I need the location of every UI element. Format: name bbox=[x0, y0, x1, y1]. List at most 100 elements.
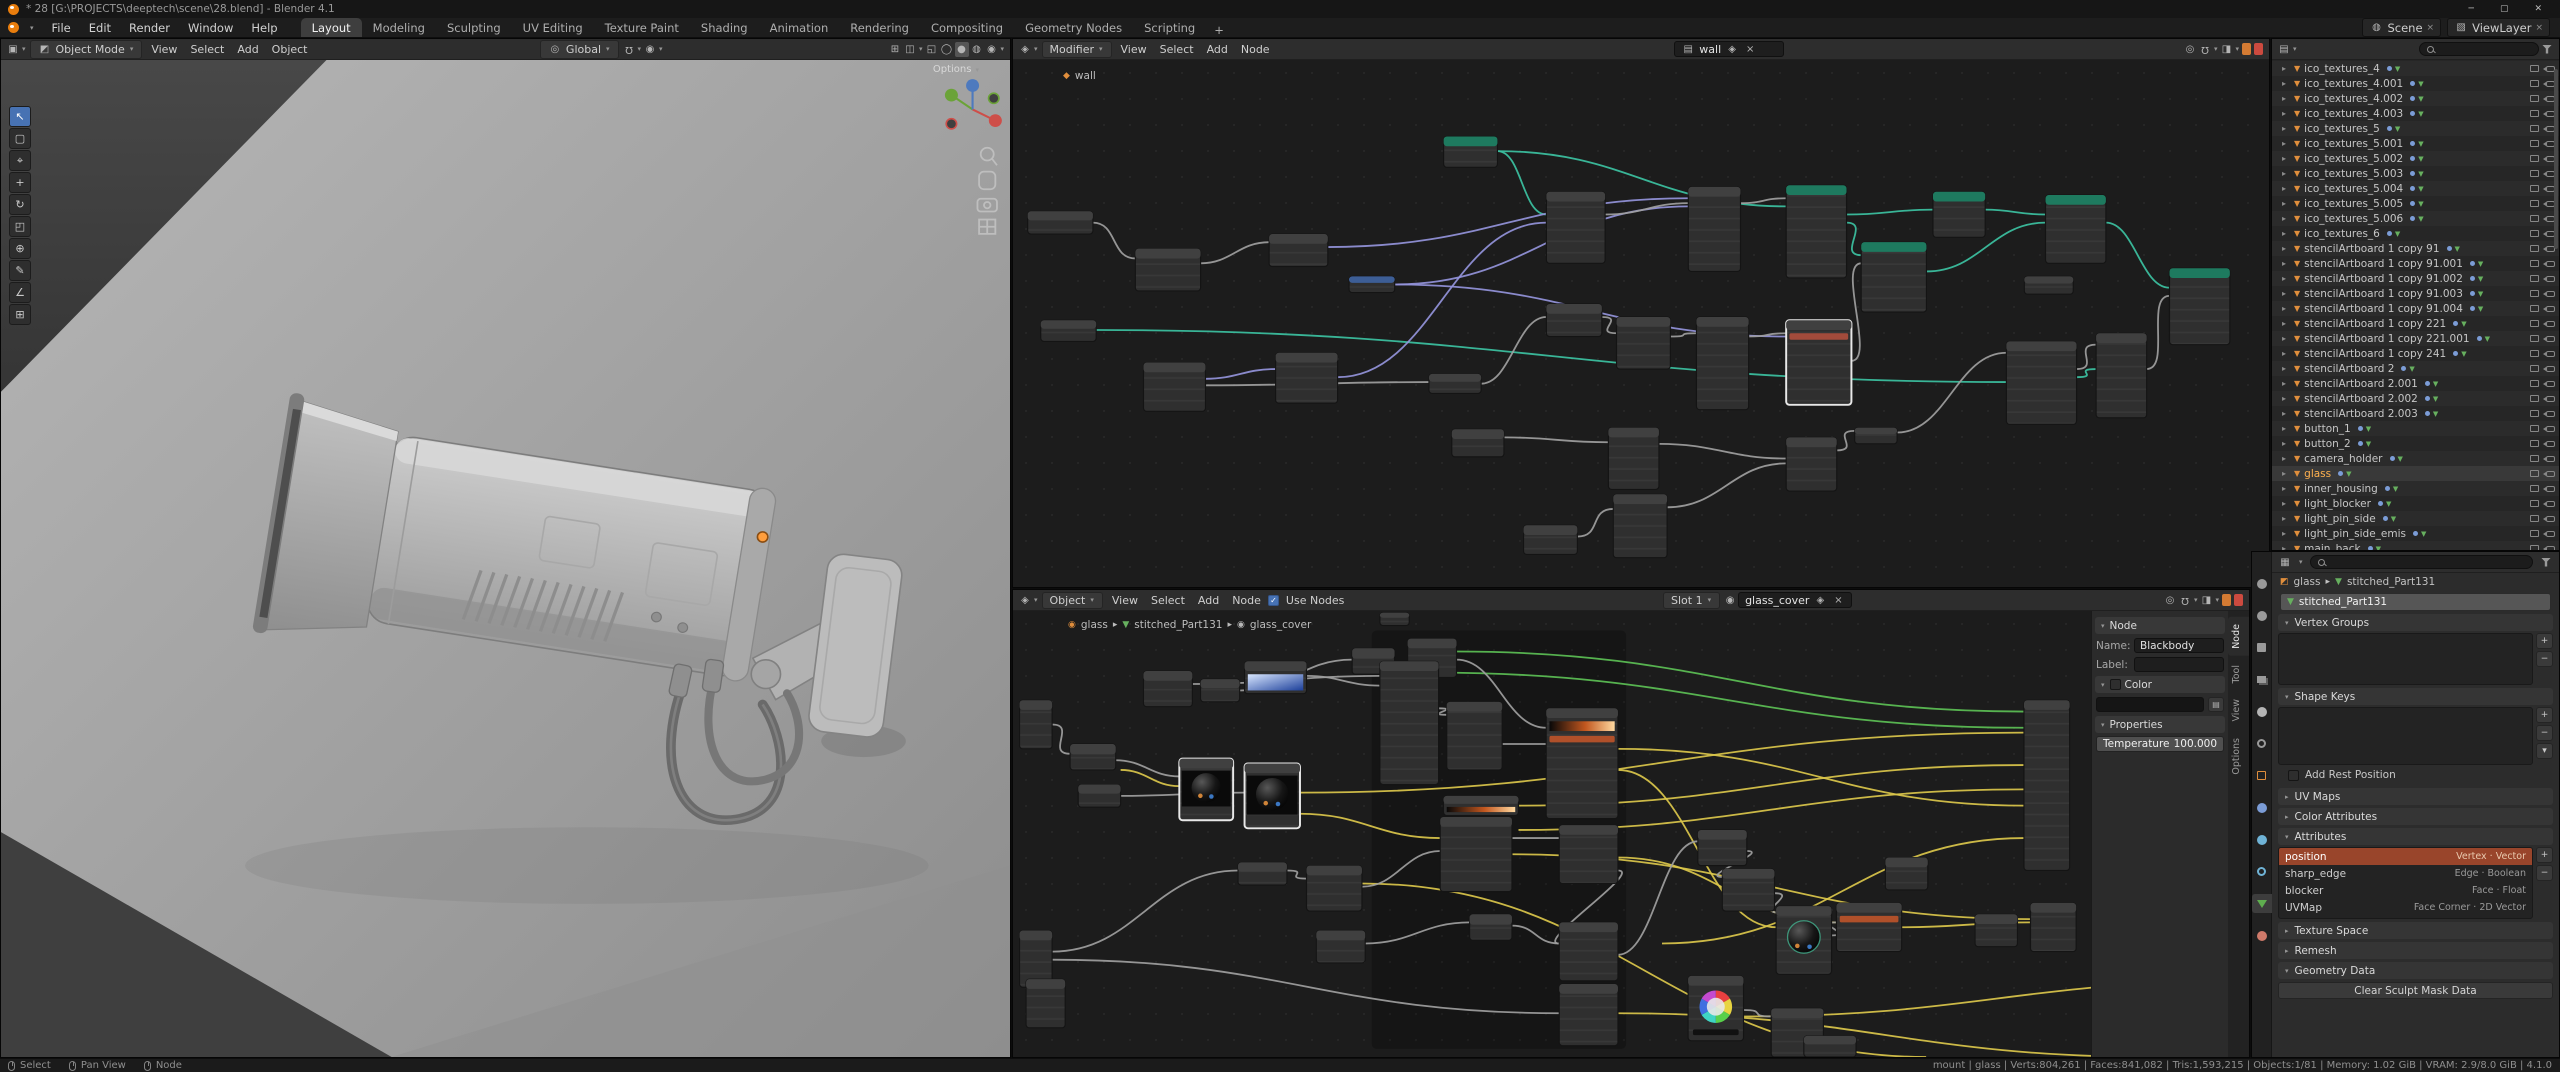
panel-header[interactable]: ▾Geometry Data bbox=[2278, 962, 2553, 979]
add-rest-position-checkbox[interactable] bbox=[2288, 770, 2299, 781]
panel-header[interactable]: ▾Attributes bbox=[2278, 828, 2553, 845]
menu-view[interactable]: View bbox=[145, 43, 183, 56]
node-header[interactable] bbox=[2006, 341, 2076, 351]
node-header[interactable] bbox=[1722, 869, 1774, 879]
tool-move-icon[interactable]: + bbox=[9, 172, 31, 193]
node-header[interactable] bbox=[1688, 187, 1740, 197]
editor-type-icon[interactable]: ▣ bbox=[6, 42, 20, 57]
sidebar-tab-node[interactable]: Node bbox=[2228, 617, 2249, 656]
node[interactable] bbox=[1041, 320, 1096, 341]
menu-window[interactable]: Window bbox=[179, 21, 242, 35]
expand-icon[interactable]: ▸ bbox=[2282, 274, 2290, 283]
hide-viewport-icon[interactable] bbox=[2530, 410, 2539, 417]
hide-viewport-icon[interactable] bbox=[2530, 215, 2539, 222]
object-name[interactable]: stencilArtboard 2.002 bbox=[2304, 393, 2418, 405]
overlays-icon[interactable]: ◫ bbox=[903, 42, 917, 57]
hide-viewport-icon[interactable] bbox=[2530, 185, 2539, 192]
node-header[interactable] bbox=[1135, 249, 1200, 259]
node-header[interactable] bbox=[1440, 817, 1512, 827]
node[interactable] bbox=[1546, 708, 1618, 818]
outliner-row[interactable]: ▸▼stencilArtboard 1 copy 91.004▼ bbox=[2272, 301, 2559, 316]
sidebar-tab-tool[interactable]: Tool bbox=[2228, 658, 2249, 690]
show-gizmo-icon[interactable]: ⊞ bbox=[888, 42, 902, 57]
fake-user-icon[interactable]: ◈ bbox=[1813, 593, 1827, 608]
node[interactable] bbox=[1470, 914, 1512, 940]
shading-solid-icon[interactable]: ● bbox=[955, 42, 969, 57]
menu-edit[interactable]: Edit bbox=[80, 21, 120, 35]
node-header[interactable] bbox=[1452, 429, 1504, 439]
node[interactable] bbox=[1608, 428, 1659, 490]
hide-render-icon[interactable] bbox=[2546, 396, 2555, 402]
hide-viewport-icon[interactable] bbox=[2530, 485, 2539, 492]
mode-dropdown[interactable]: ◩Object Mode▾ bbox=[30, 40, 143, 59]
node-header[interactable] bbox=[1143, 671, 1192, 681]
node[interactable] bbox=[1238, 862, 1287, 885]
node-header[interactable] bbox=[1776, 906, 1831, 916]
workspace-tab[interactable]: Sculpting bbox=[436, 18, 512, 37]
expand-icon[interactable]: ▸ bbox=[2282, 214, 2290, 223]
node[interactable] bbox=[1020, 700, 1053, 749]
node-header[interactable] bbox=[1975, 914, 2017, 924]
hide-render-icon[interactable] bbox=[2546, 531, 2555, 537]
hide-render-icon[interactable] bbox=[2546, 516, 2555, 522]
outliner-row[interactable]: ▸▼button_1▼ bbox=[2272, 421, 2559, 436]
hide-viewport-icon[interactable] bbox=[2530, 380, 2539, 387]
properties-tab-material[interactable] bbox=[2252, 926, 2272, 945]
node-header[interactable] bbox=[1608, 428, 1659, 438]
pin-icon[interactable]: ◎ bbox=[2163, 593, 2177, 608]
node[interactable] bbox=[1349, 276, 1395, 292]
outliner-row[interactable]: ▸▼ico_textures_5.006▼ bbox=[2272, 211, 2559, 226]
attribute-row[interactable]: UVMapFace Corner · 2D Vector bbox=[2279, 899, 2532, 916]
hide-render-icon[interactable] bbox=[2546, 441, 2555, 447]
outliner-row[interactable]: ▸▼light_pin_side▼ bbox=[2272, 511, 2559, 526]
node[interactable] bbox=[1559, 825, 1618, 883]
node-tree-type-dropdown[interactable]: Modifier▾ bbox=[1042, 41, 1112, 58]
outliner-row[interactable]: ▸▼ico_textures_5.004▼ bbox=[2272, 181, 2559, 196]
node-header[interactable] bbox=[1238, 862, 1287, 871]
axis-x-neg[interactable] bbox=[946, 119, 956, 129]
tool-rotate-icon[interactable]: ↻ bbox=[9, 194, 31, 215]
workspace-tab[interactable]: Texture Paint bbox=[594, 18, 690, 37]
properties-tab-render[interactable] bbox=[2252, 606, 2272, 625]
value-slider[interactable] bbox=[1693, 1029, 1739, 1035]
object-name[interactable]: stencilArtboard 1 copy 91.001 bbox=[2304, 258, 2463, 270]
node-header[interactable] bbox=[1380, 613, 1409, 618]
node-header[interactable] bbox=[1786, 185, 1846, 195]
node[interactable] bbox=[1070, 744, 1116, 770]
toggle-red-icon[interactable] bbox=[2234, 594, 2243, 606]
object-name[interactable]: stencilArtboard 2.001 bbox=[2304, 378, 2418, 390]
node[interactable] bbox=[1179, 759, 1233, 821]
outliner-row[interactable]: ▸▼ico_textures_4.003▼ bbox=[2272, 106, 2559, 121]
axis-y-neg[interactable] bbox=[989, 93, 999, 103]
orientation-dropdown[interactable]: ◎Global▾ bbox=[540, 40, 619, 59]
node-header[interactable] bbox=[1245, 661, 1307, 671]
panel-header[interactable]: ▸Texture Space bbox=[2278, 922, 2553, 939]
node-header[interactable] bbox=[1070, 744, 1116, 754]
outliner-row[interactable]: ▸▼button_2▼ bbox=[2272, 436, 2559, 451]
node-name-field[interactable]: Blackbody bbox=[2134, 638, 2224, 653]
expand-icon[interactable]: ▸ bbox=[2282, 469, 2290, 478]
expand-icon[interactable]: ▸ bbox=[2282, 514, 2290, 523]
node[interactable] bbox=[1026, 979, 1065, 1028]
expand-icon[interactable]: ▸ bbox=[2282, 439, 2290, 448]
node[interactable] bbox=[1429, 374, 1481, 394]
node[interactable] bbox=[1786, 437, 1837, 491]
object-name[interactable]: stencilArtboard 1 copy 241 bbox=[2304, 348, 2446, 360]
object-name[interactable]: stencilArtboard 1 copy 221.001 bbox=[2304, 333, 2469, 345]
expand-icon[interactable]: ▸ bbox=[2282, 124, 2290, 133]
node[interactable] bbox=[1447, 702, 1502, 770]
node-header[interactable] bbox=[1786, 437, 1837, 447]
browse-icon[interactable]: ▤ bbox=[1681, 42, 1695, 57]
object-name[interactable]: ico_textures_5.001 bbox=[2304, 138, 2403, 150]
object-name[interactable]: ico_textures_5.004 bbox=[2304, 183, 2403, 195]
node-header[interactable] bbox=[1559, 922, 1618, 932]
expand-icon[interactable]: ▸ bbox=[2282, 154, 2290, 163]
axis-x[interactable] bbox=[989, 114, 1002, 127]
workspace-tab[interactable]: Compositing bbox=[920, 18, 1014, 37]
filter-icon[interactable] bbox=[2539, 555, 2553, 570]
minimize-button[interactable]: ─ bbox=[2469, 4, 2474, 14]
properties-search-input[interactable] bbox=[2310, 555, 2533, 569]
node[interactable] bbox=[1546, 304, 1601, 337]
object-name[interactable]: stencilArtboard 2.003 bbox=[2304, 408, 2418, 420]
tool-add-cube-icon[interactable]: ⊞ bbox=[9, 304, 31, 325]
